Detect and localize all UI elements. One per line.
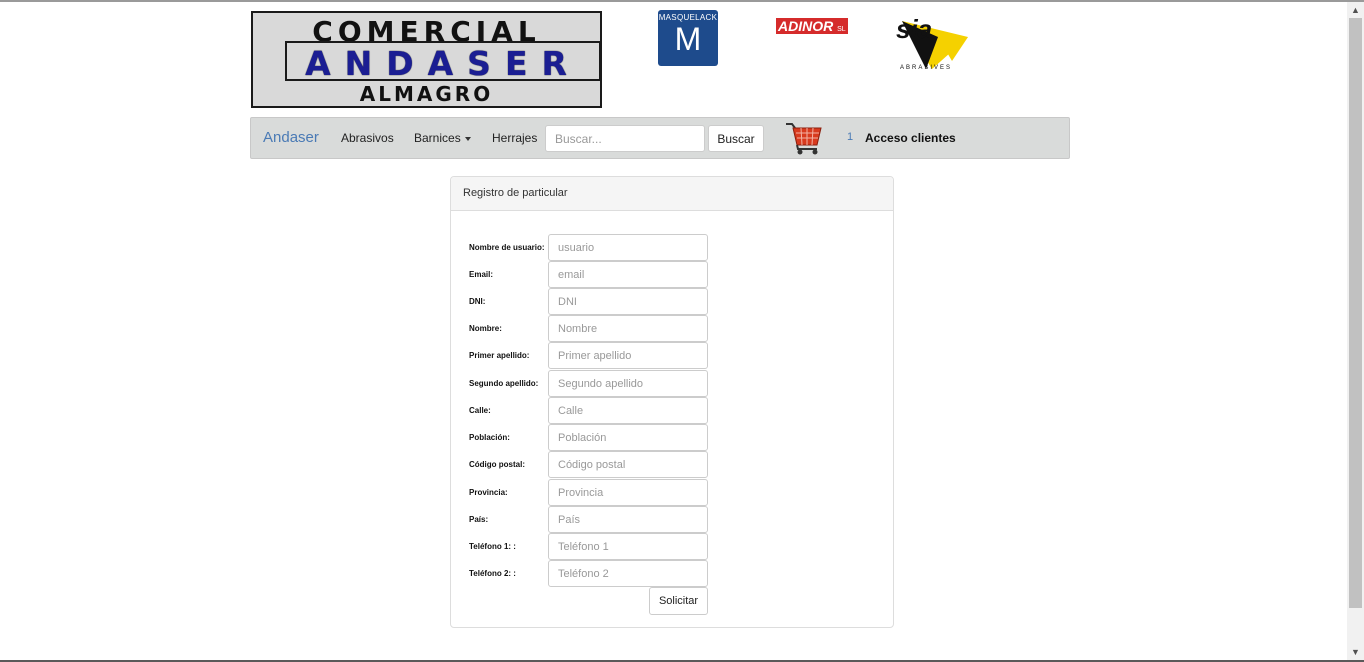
nav-item-abrasivos[interactable]: Abrasivos <box>341 131 394 145</box>
form-row-primer-apellido: Primer apellido: <box>469 342 729 369</box>
nav-item-herrajes[interactable]: Herrajes <box>492 131 537 145</box>
nombre-label: Nombre: <box>469 324 502 333</box>
company-logo[interactable]: COMERCIAL ANDASER ALMAGRO <box>251 11 602 108</box>
masquelack-logo[interactable]: MASQUELACK M <box>658 10 718 66</box>
registration-panel: Registro de particular Nombre de usuario… <box>450 176 894 628</box>
logo-inner-box: ANDASER <box>285 41 601 83</box>
telefono-1-field[interactable] <box>548 533 708 560</box>
form-row-poblacion: Población: <box>469 424 729 451</box>
client-login-link[interactable]: Acceso clientes <box>865 131 956 145</box>
main-navbar: Andaser Abrasivos Barnices Herrajes Busc… <box>250 117 1070 159</box>
sia-name: sia <box>896 14 933 44</box>
nombre-field[interactable] <box>548 315 708 342</box>
search-button[interactable]: Buscar <box>708 125 764 152</box>
poblacion-field[interactable] <box>548 424 708 451</box>
segundo-apellido-label: Segundo apellido: <box>469 379 539 388</box>
scrollbar-thumb[interactable] <box>1349 18 1362 608</box>
sia-logo[interactable]: sia ABRASIVES <box>896 14 968 73</box>
form-row-telefono-1: Teléfono 1: : <box>469 533 729 560</box>
adinor-logo[interactable]: ADINOR SL <box>776 18 848 34</box>
form-row-telefono-2: Teléfono 2: : <box>469 560 729 587</box>
form-row-codigo-postal: Código postal: <box>469 451 729 478</box>
codigo-postal-field[interactable] <box>548 451 708 478</box>
username-field[interactable] <box>548 234 708 261</box>
codigo-postal-label: Código postal: <box>469 460 525 469</box>
nav-item-barnices[interactable]: Barnices <box>414 131 471 145</box>
window-top-border <box>0 0 1364 2</box>
telefono-1-label: Teléfono 1: : <box>469 542 516 551</box>
form-row-nombre: Nombre: <box>469 315 729 342</box>
provincia-label: Provincia: <box>469 488 508 497</box>
navbar-brand[interactable]: Andaser <box>263 129 319 146</box>
dni-field[interactable] <box>548 288 708 315</box>
sia-tagline: ABRASIVES <box>900 65 953 71</box>
logo-line-almagro: ALMAGRO <box>359 82 494 106</box>
calle-field[interactable] <box>548 397 708 424</box>
calle-label: Calle: <box>469 406 491 415</box>
scroll-down-arrow-icon[interactable]: ▼ <box>1350 645 1361 659</box>
pais-field[interactable] <box>548 506 708 533</box>
logo-line-andaser: ANDASER <box>305 44 581 83</box>
dni-label: DNI: <box>469 297 486 306</box>
form-row-provincia: Provincia: <box>469 479 729 506</box>
poblacion-label: Población: <box>469 433 510 442</box>
form-row-pais: País: <box>469 506 729 533</box>
telefono-2-label: Teléfono 2: : <box>469 569 516 578</box>
cart-count-badge[interactable]: 1 <box>847 131 853 143</box>
form-row-calle: Calle: <box>469 397 729 424</box>
form-row-email: Email: <box>469 261 729 288</box>
telefono-2-field[interactable] <box>548 560 708 587</box>
submit-button[interactable]: Solicitar <box>649 587 708 615</box>
primer-apellido-label: Primer apellido: <box>469 351 530 360</box>
panel-heading: Registro de particular <box>451 177 893 211</box>
adinor-suffix: SL <box>837 26 846 33</box>
panel-title: Registro de particular <box>463 187 568 199</box>
nav-item-barnices-label: Barnices <box>414 131 461 145</box>
username-label: Nombre de usuario: <box>469 243 545 252</box>
provincia-field[interactable] <box>548 479 708 506</box>
email-label: Email: <box>469 270 494 279</box>
pais-label: País: <box>469 515 489 524</box>
search-input[interactable] <box>545 125 705 152</box>
caret-down-icon <box>464 136 471 141</box>
form-row-segundo-apellido: Segundo apellido: <box>469 370 729 397</box>
masquelack-letter: M <box>674 21 702 57</box>
scroll-up-arrow-icon[interactable]: ▲ <box>1350 3 1361 17</box>
shopping-cart-icon[interactable] <box>785 121 823 155</box>
adinor-name: ADINOR <box>778 18 834 34</box>
segundo-apellido-field[interactable] <box>548 370 708 397</box>
form-row-username: Nombre de usuario: <box>469 234 729 261</box>
email-field[interactable] <box>548 261 708 288</box>
form-row-dni: DNI: <box>469 288 729 315</box>
primer-apellido-field[interactable] <box>548 342 708 369</box>
